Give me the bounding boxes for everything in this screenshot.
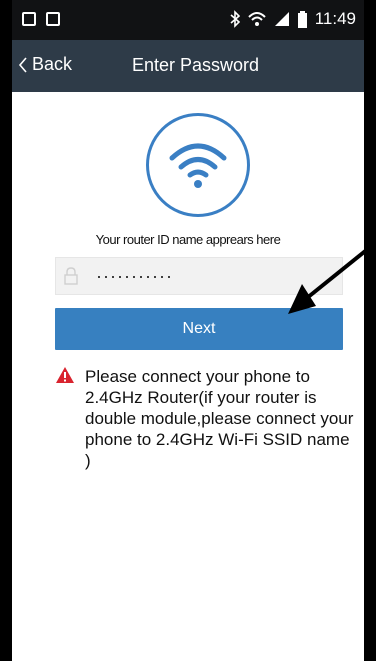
back-button[interactable]: Back <box>18 54 72 75</box>
phone-screen: 11:49 Back Enter Password Your router ID… <box>0 0 376 661</box>
status-time: 11:49 <box>314 9 356 28</box>
cell-signal-icon <box>274 12 289 26</box>
wifi-signal-icon <box>248 12 266 26</box>
warning-message: Please connect your phone to 2.4GHz Rout… <box>85 367 354 470</box>
status-bar-indicators: 11:49 <box>230 9 356 29</box>
page-title: Enter Password <box>132 55 260 75</box>
notification-icon <box>22 12 36 26</box>
pointer-arrow <box>288 242 376 314</box>
device-frame-right <box>364 0 376 661</box>
bluetooth-icon <box>230 10 240 28</box>
nav-bar: Back Enter Password <box>12 40 364 92</box>
password-input[interactable]: ··········· <box>96 267 173 285</box>
wifi-badge <box>146 113 250 217</box>
device-frame-left <box>0 0 12 661</box>
chevron-left-icon <box>18 56 27 73</box>
warning-triangle-icon <box>56 367 74 383</box>
battery-icon <box>297 10 307 28</box>
back-label: Back <box>32 54 73 74</box>
status-bar-notifications <box>22 12 60 26</box>
wifi-icon <box>169 143 227 188</box>
lock-icon <box>64 267 78 285</box>
image-notification-icon <box>46 12 60 26</box>
status-bar: 11:49 <box>12 0 364 40</box>
